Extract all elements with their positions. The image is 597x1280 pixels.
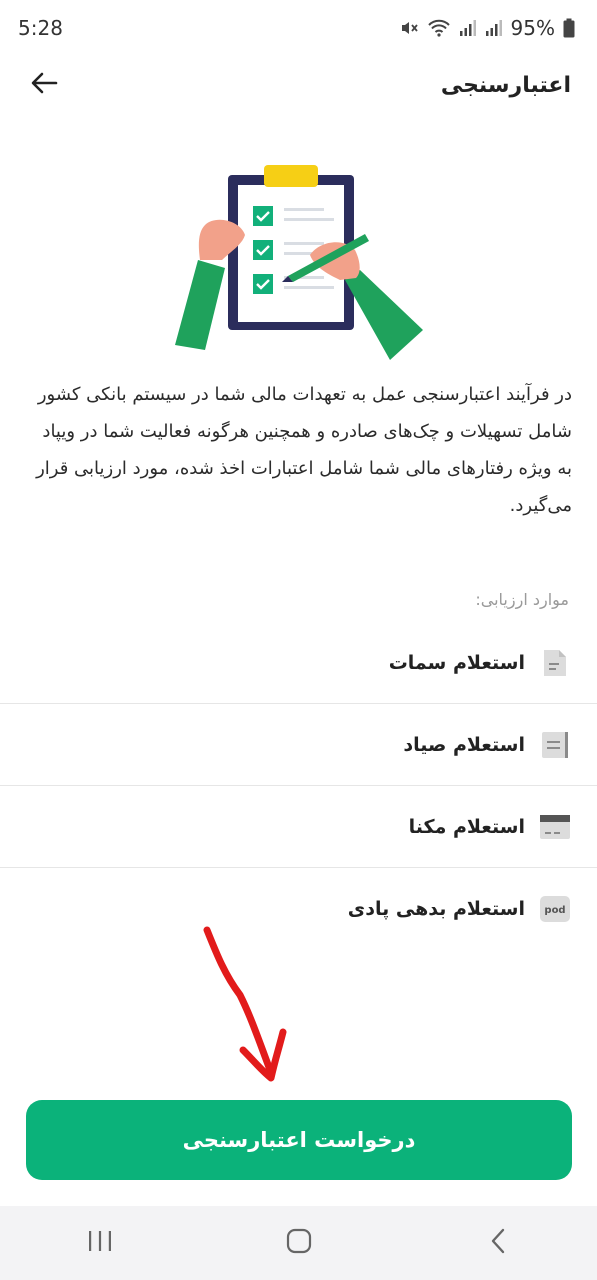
request-credit-check-button[interactable]: درخواست اعتبارسنجی xyxy=(26,1100,572,1180)
document-icon xyxy=(539,647,571,679)
status-icons: 95% xyxy=(399,16,575,40)
back-button[interactable] xyxy=(26,67,62,103)
intro-description: در فرآیند اعتبارسنجی عمل به تعهدات مالی … xyxy=(36,384,572,516)
home-button[interactable] xyxy=(269,1218,329,1268)
item-label: استعلام سمات xyxy=(388,651,525,674)
battery-icon xyxy=(563,18,575,38)
evaluation-section-label: موارد ارزیابی: xyxy=(475,590,569,609)
item-label: استعلام صیاد xyxy=(403,733,525,756)
status-bar: 5:28 95% xyxy=(0,0,597,56)
evaluation-list: استعلام سمات استعلام صیاد استعلام مکنا ا… xyxy=(0,622,597,950)
battery-percent: 95% xyxy=(510,16,555,40)
status-time: 5:28 xyxy=(18,16,63,40)
system-nav-bar xyxy=(0,1206,597,1280)
recent-apps-icon xyxy=(86,1229,114,1257)
system-back-button[interactable] xyxy=(468,1218,528,1268)
wifi-icon xyxy=(427,18,451,38)
evaluation-item-sayad[interactable]: استعلام صیاد xyxy=(0,704,597,786)
home-icon xyxy=(285,1227,313,1259)
recent-apps-button[interactable] xyxy=(70,1218,130,1268)
item-label: استعلام مکنا xyxy=(408,815,525,838)
evaluation-item-makna[interactable]: استعلام مکنا xyxy=(0,786,597,868)
evaluation-item-samat[interactable]: استعلام سمات xyxy=(0,622,597,704)
arrow-left-icon xyxy=(30,71,58,99)
annotation-arrow xyxy=(195,920,305,1090)
item-label: استعلام بدهی پادی xyxy=(347,898,525,920)
pod-icon: pod xyxy=(539,893,571,925)
card-icon xyxy=(539,811,571,843)
mute-icon xyxy=(399,18,419,38)
signal-icon xyxy=(485,19,503,37)
cheque-icon xyxy=(539,729,571,761)
svg-text:pod: pod xyxy=(544,905,565,916)
app-header: اعتبارسنجی xyxy=(0,56,597,114)
back-icon xyxy=(488,1227,508,1259)
clipboard-illustration xyxy=(170,160,430,365)
page-title: اعتبارسنجی xyxy=(440,72,571,98)
signal-icon xyxy=(459,19,477,37)
